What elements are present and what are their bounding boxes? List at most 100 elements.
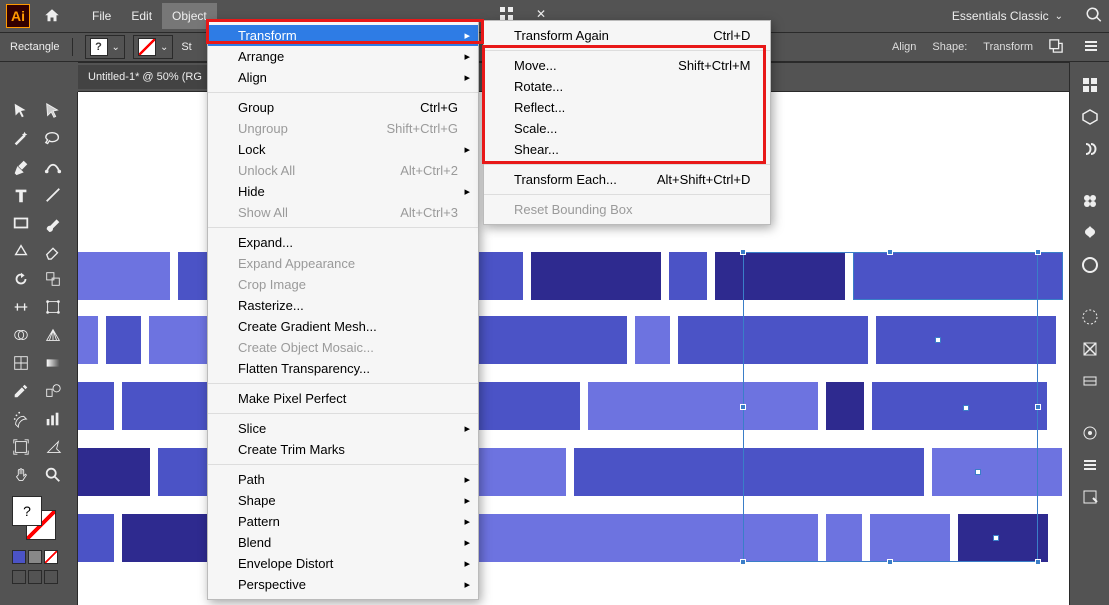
menu-item-transform[interactable]: Transform▸ [208, 25, 478, 46]
menu-item-transform-each[interactable]: Transform Each...Alt+Shift+Ctrl+D [484, 169, 770, 190]
stroke-color-control[interactable]: ⌄ [133, 35, 173, 59]
symbol-sprayer-tool[interactable] [6, 406, 36, 432]
document-tab[interactable]: Untitled-1* @ 50% (RG [78, 65, 212, 89]
zoom-tool[interactable] [38, 462, 68, 488]
curvature-tool[interactable] [38, 154, 68, 180]
artboard-tool[interactable] [6, 434, 36, 460]
selection-handle[interactable] [1035, 404, 1041, 410]
hand-tool[interactable] [6, 462, 36, 488]
draw-normal[interactable] [12, 570, 26, 584]
eyedropper-tool[interactable] [6, 378, 36, 404]
draw-inside[interactable] [44, 570, 58, 584]
selection-tool[interactable] [6, 98, 36, 124]
anchor-point[interactable] [935, 337, 941, 343]
menu-item-move[interactable]: Move...Shift+Ctrl+M [484, 55, 770, 76]
search-button[interactable] [1085, 6, 1103, 27]
column-graph-tool[interactable] [38, 406, 68, 432]
shape-builder-tool[interactable] [6, 322, 36, 348]
menu-item-flatten-transparency[interactable]: Flatten Transparency... [208, 358, 478, 379]
shape-label[interactable]: Shape: [932, 41, 967, 53]
fill-stroke-indicator[interactable]: ? [12, 496, 62, 546]
selection-handle[interactable] [740, 249, 746, 255]
gradient-button[interactable] [28, 550, 42, 564]
menu-item-shear[interactable]: Shear... [484, 139, 770, 160]
menu-item-blend[interactable]: Blend▸ [208, 532, 478, 553]
scale-tool[interactable] [38, 266, 68, 292]
selection-handle[interactable] [1035, 559, 1041, 565]
menu-item-group[interactable]: GroupCtrl+G [208, 97, 478, 118]
asset-export-panel[interactable] [1077, 484, 1103, 510]
perspective-grid-tool[interactable] [38, 322, 68, 348]
menu-item-expand[interactable]: Expand... [208, 232, 478, 253]
menu-item-reflect[interactable]: Reflect... [484, 97, 770, 118]
anchor-point[interactable] [963, 405, 969, 411]
gradient-tool[interactable] [38, 350, 68, 376]
slice-tool[interactable] [38, 434, 68, 460]
lasso-tool[interactable] [38, 126, 68, 152]
menu-item-align[interactable]: Align▸ [208, 67, 478, 88]
align-label[interactable]: Align [892, 41, 916, 53]
menu-item-transform-again[interactable]: Transform AgainCtrl+D [484, 25, 770, 46]
gradient-panel[interactable] [1077, 336, 1103, 362]
fill-color-control[interactable]: ? ⌄ [85, 35, 125, 59]
menu-item-lock[interactable]: Lock▸ [208, 139, 478, 160]
workspace-switcher[interactable]: Essentials Classic ⌄ [944, 5, 1071, 27]
isolation-mode-button[interactable] [1049, 39, 1063, 56]
none-button[interactable] [44, 550, 58, 564]
direct-selection-tool[interactable] [38, 98, 68, 124]
fill-proxy[interactable]: ? [12, 496, 42, 526]
menu-item-hide[interactable]: Hide▸ [208, 181, 478, 202]
transparency-panel[interactable] [1077, 368, 1103, 394]
mesh-tool[interactable] [6, 350, 36, 376]
transform-label[interactable]: Transform [983, 41, 1033, 53]
line-segment-tool[interactable] [38, 182, 68, 208]
magic-wand-tool[interactable] [6, 126, 36, 152]
rotate-tool[interactable] [6, 266, 36, 292]
color-button[interactable] [12, 550, 26, 564]
menu-item-path[interactable]: Path▸ [208, 469, 478, 490]
brushes-panel[interactable] [1077, 136, 1103, 162]
menu-item-arrange[interactable]: Arrange▸ [208, 46, 478, 67]
menu-item-pattern[interactable]: Pattern▸ [208, 511, 478, 532]
color-panel[interactable] [1077, 252, 1103, 278]
selection-handle[interactable] [1035, 249, 1041, 255]
menu-file[interactable]: File [82, 3, 121, 29]
menu-item-rasterize[interactable]: Rasterize... [208, 295, 478, 316]
menu-item-envelope-distort[interactable]: Envelope Distort▸ [208, 553, 478, 574]
anchor-point[interactable] [993, 535, 999, 541]
pen-tool[interactable] [6, 154, 36, 180]
anchor-point[interactable] [975, 469, 981, 475]
shaper-tool[interactable] [6, 238, 36, 264]
menu-item-create-trim-marks[interactable]: Create Trim Marks [208, 439, 478, 460]
type-tool[interactable] [6, 182, 36, 208]
selection-handle[interactable] [887, 249, 893, 255]
menu-item-shape[interactable]: Shape▸ [208, 490, 478, 511]
panel-menu-button[interactable] [1083, 38, 1099, 57]
appearance-panel[interactable] [1077, 420, 1103, 446]
menu-item-create-gradient-mesh[interactable]: Create Gradient Mesh... [208, 316, 478, 337]
selection-handle[interactable] [740, 404, 746, 410]
rectangle-tool[interactable] [6, 210, 36, 236]
symbols-panel[interactable] [1077, 220, 1103, 246]
width-tool[interactable] [6, 294, 36, 320]
libraries-panel[interactable] [1077, 104, 1103, 130]
paintbrush-tool[interactable] [38, 210, 68, 236]
menu-item-scale[interactable]: Scale... [484, 118, 770, 139]
free-transform-tool[interactable] [38, 294, 68, 320]
selection-handle[interactable] [740, 559, 746, 565]
swatches-panel[interactable] [1077, 188, 1103, 214]
home-button[interactable] [36, 4, 68, 28]
selection-bounding-box[interactable] [743, 252, 1038, 562]
menu-item-perspective[interactable]: Perspective▸ [208, 574, 478, 595]
eraser-tool[interactable] [38, 238, 68, 264]
properties-panel[interactable] [1077, 72, 1103, 98]
menu-item-make-pixel-perfect[interactable]: Make Pixel Perfect [208, 388, 478, 409]
selection-handle[interactable] [887, 559, 893, 565]
layers-panel[interactable] [1077, 452, 1103, 478]
menu-edit[interactable]: Edit [121, 3, 162, 29]
menu-item-rotate[interactable]: Rotate... [484, 76, 770, 97]
menu-item-slice[interactable]: Slice▸ [208, 418, 478, 439]
blend-tool[interactable] [38, 378, 68, 404]
draw-behind[interactable] [28, 570, 42, 584]
stroke-panel[interactable] [1077, 304, 1103, 330]
